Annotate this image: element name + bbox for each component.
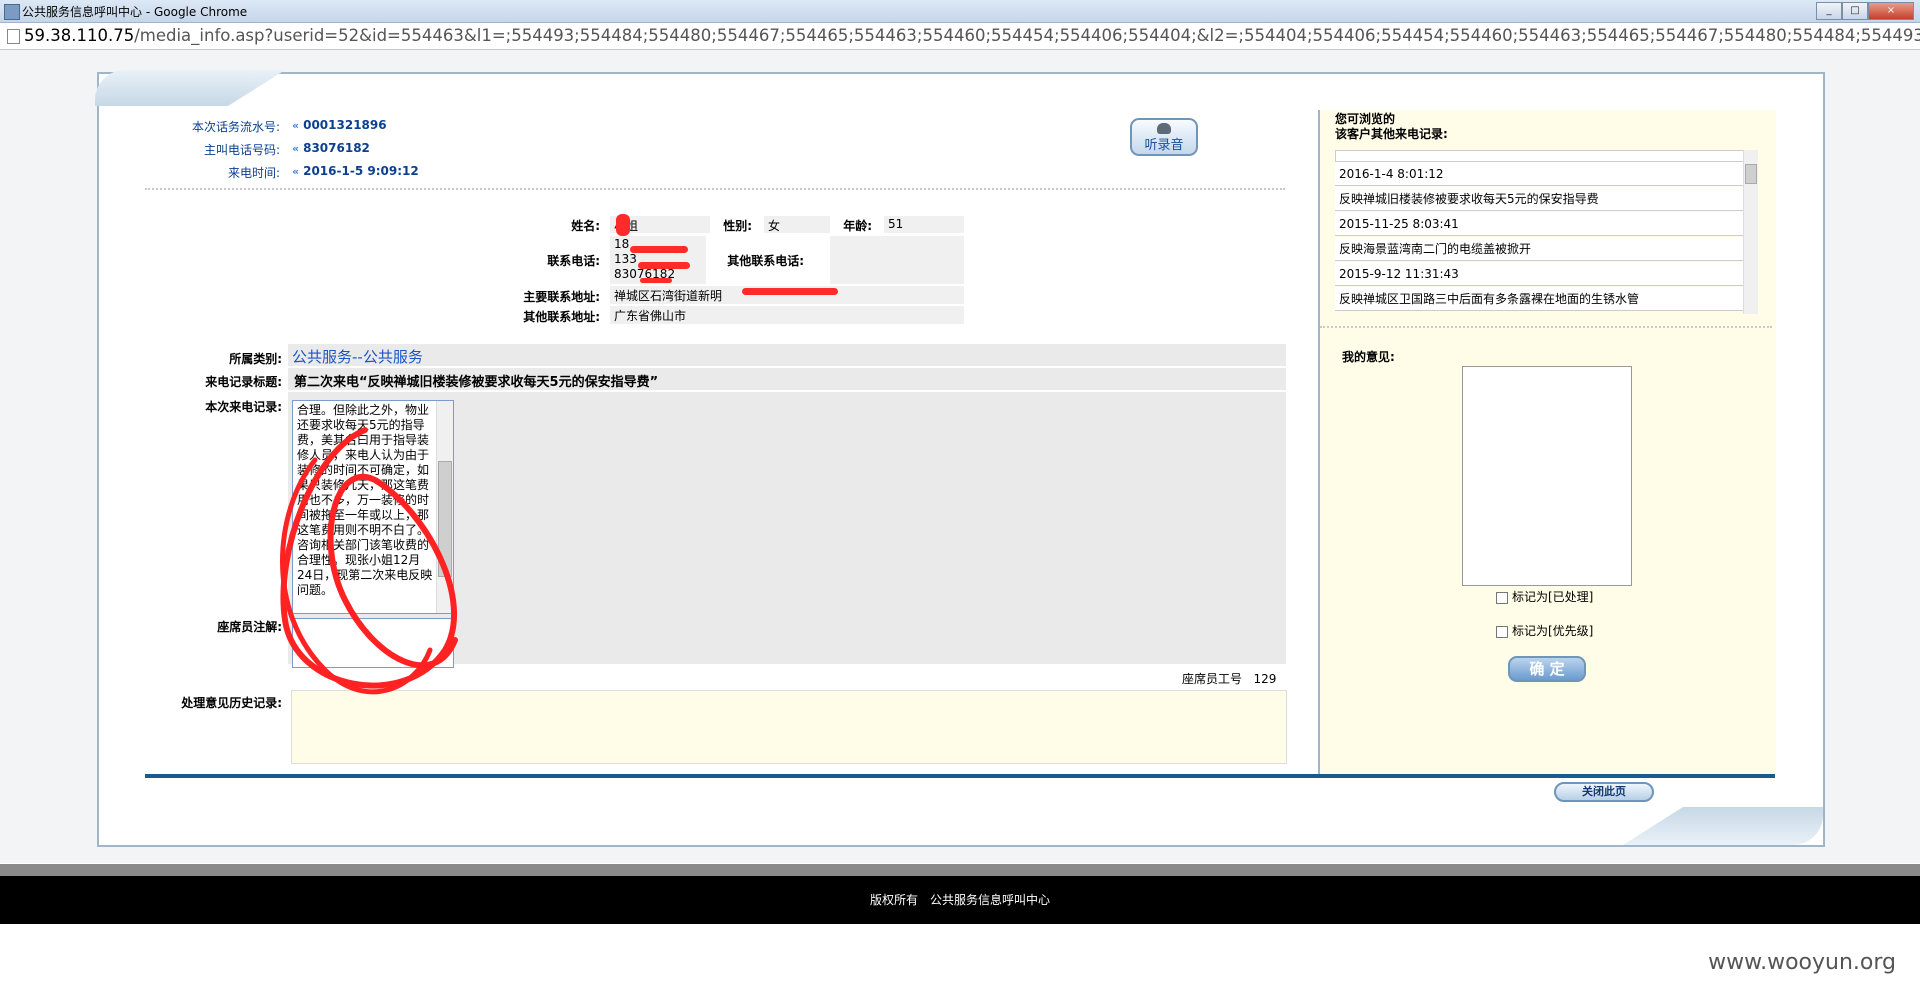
footer-separator bbox=[0, 864, 1920, 876]
category-row bbox=[288, 344, 1286, 366]
checkbox-icon bbox=[1496, 625, 1508, 638]
window-titlebar: 公共服务信息呼叫中心 - Google Chrome _ □ × bbox=[0, 0, 1920, 23]
footer: 版权所有 公共服务信息呼叫中心 bbox=[0, 876, 1920, 924]
category-label: 所属类别: bbox=[229, 352, 282, 366]
list-header-bar bbox=[1335, 150, 1745, 162]
main-address-label: 主要联系地址: bbox=[523, 290, 600, 304]
mark-processed-checkbox[interactable]: 标记为[已处理] bbox=[1496, 588, 1593, 605]
mark-processed-label: 标记为[已处理] bbox=[1512, 590, 1594, 604]
list-item[interactable]: 反映禅城旧楼装修被要求收每天5元的保安指导费 bbox=[1335, 187, 1743, 211]
redaction-mark bbox=[638, 262, 690, 269]
arrow-icon: « bbox=[292, 165, 300, 178]
arrow-icon: « bbox=[292, 119, 300, 132]
list-item[interactable]: 反映海景蓝湾南二门的电缆盖被掀开 bbox=[1335, 237, 1743, 261]
listen-recording-button[interactable]: 听录音 bbox=[1130, 118, 1198, 156]
redaction-mark bbox=[640, 278, 672, 283]
age-value: 51 bbox=[884, 216, 964, 233]
record-title-value: 第二次来电“反映禅城旧楼装修被要求收每天5元的保安指导费” bbox=[294, 375, 659, 390]
checkbox-icon bbox=[1496, 591, 1508, 604]
address-bar[interactable]: 59.38.110.75/media_info.asp?userid=52&id… bbox=[0, 23, 1920, 50]
opinion-label: 我的意见: bbox=[1342, 350, 1395, 364]
caller-number: 83076182 bbox=[303, 141, 370, 155]
other-records-header: 您可浏览的 该客户其他来电记录: bbox=[1335, 112, 1448, 142]
handwritten-circle-annotation bbox=[280, 427, 458, 695]
confirm-button[interactable]: 确 定 bbox=[1508, 656, 1586, 682]
serial-number: 0001321896 bbox=[303, 118, 387, 132]
app-icon bbox=[4, 4, 20, 20]
microphone-icon bbox=[1157, 123, 1171, 134]
serial-value: «0001321896 bbox=[292, 118, 387, 132]
close-window-button[interactable]: × bbox=[1868, 2, 1914, 20]
url-path: /media_info.asp?userid=52&id=554463&l1=;… bbox=[134, 26, 1920, 45]
caller-label: 主叫电话号码: bbox=[203, 143, 280, 157]
record-title-label: 来电记录标题: bbox=[205, 375, 282, 389]
mark-priority-checkbox[interactable]: 标记为[优先级] bbox=[1496, 622, 1593, 639]
list-item[interactable]: 2016-1-4 8:01:12 bbox=[1335, 162, 1743, 186]
watermark: www.wooyun.org bbox=[1708, 950, 1896, 975]
mark-priority-label: 标记为[优先级] bbox=[1512, 624, 1594, 638]
redaction-mark bbox=[616, 214, 630, 236]
divider bbox=[145, 188, 1285, 190]
page-content: 本次话务流水号: «0001321896 主叫电话号码: «83076182 来… bbox=[0, 50, 1920, 863]
call-time: 2016-1-5 9:09:12 bbox=[303, 164, 419, 178]
phone-value: 18 133 83076182 bbox=[610, 236, 706, 284]
records-scrollbar[interactable] bbox=[1743, 150, 1758, 314]
other-address-value: 广东省佛山市 bbox=[610, 306, 964, 324]
phone-label: 联系电话: bbox=[547, 254, 600, 268]
divider bbox=[1320, 326, 1772, 328]
opinion-textarea[interactable] bbox=[1462, 366, 1632, 586]
agent-id-value: 129 bbox=[1253, 672, 1277, 686]
url-host: 59.38.110.75 bbox=[24, 26, 135, 45]
category-value[interactable]: 公共服务--公共服务 bbox=[292, 346, 423, 367]
age-label: 年龄: bbox=[843, 219, 872, 233]
other-records-header-line: 该客户其他来电记录: bbox=[1335, 127, 1448, 141]
other-address-label: 其他联系地址: bbox=[523, 310, 600, 324]
caller-value: «83076182 bbox=[292, 141, 370, 155]
time-label: 来电时间: bbox=[227, 166, 280, 180]
other-records-header-line: 您可浏览的 bbox=[1335, 112, 1396, 126]
minimize-button[interactable]: _ bbox=[1816, 2, 1842, 20]
listen-button-label: 听录音 bbox=[1144, 138, 1184, 153]
arrow-icon: « bbox=[292, 142, 300, 155]
gender-label: 性别: bbox=[723, 219, 752, 233]
time-value: «2016-1-5 9:09:12 bbox=[292, 164, 419, 178]
url-text[interactable]: 59.38.110.75/media_info.asp?userid=52&id… bbox=[24, 26, 1920, 45]
list-item[interactable]: 反映禅城区卫国路三中后面有多条露裸在地面的生锈水管 bbox=[1335, 287, 1743, 311]
other-phone-label: 其他联系电话: bbox=[727, 254, 804, 268]
page-icon bbox=[7, 29, 20, 44]
redaction-mark bbox=[630, 246, 688, 253]
close-page-button[interactable]: 关闭此页 bbox=[1554, 782, 1654, 802]
list-item[interactable]: 2015-9-12 11:31:43 bbox=[1335, 262, 1743, 286]
maximize-button[interactable]: □ bbox=[1842, 2, 1868, 20]
other-phone-value bbox=[830, 236, 964, 284]
agent-id-label: 座席员工号 bbox=[1182, 672, 1243, 686]
bottom-divider bbox=[145, 774, 1775, 778]
redaction-mark bbox=[742, 288, 838, 295]
agent-id: 座席员工号 129 bbox=[1182, 670, 1276, 687]
list-item[interactable]: 2015-11-25 8:03:41 bbox=[1335, 212, 1743, 236]
name-label: 姓名: bbox=[571, 219, 600, 233]
window-title: 公共服务信息呼叫中心 - Google Chrome bbox=[22, 5, 248, 19]
footer-copyright: 版权所有 公共服务信息呼叫中心 bbox=[869, 893, 1050, 907]
serial-label: 本次话务流水号: bbox=[191, 120, 280, 134]
